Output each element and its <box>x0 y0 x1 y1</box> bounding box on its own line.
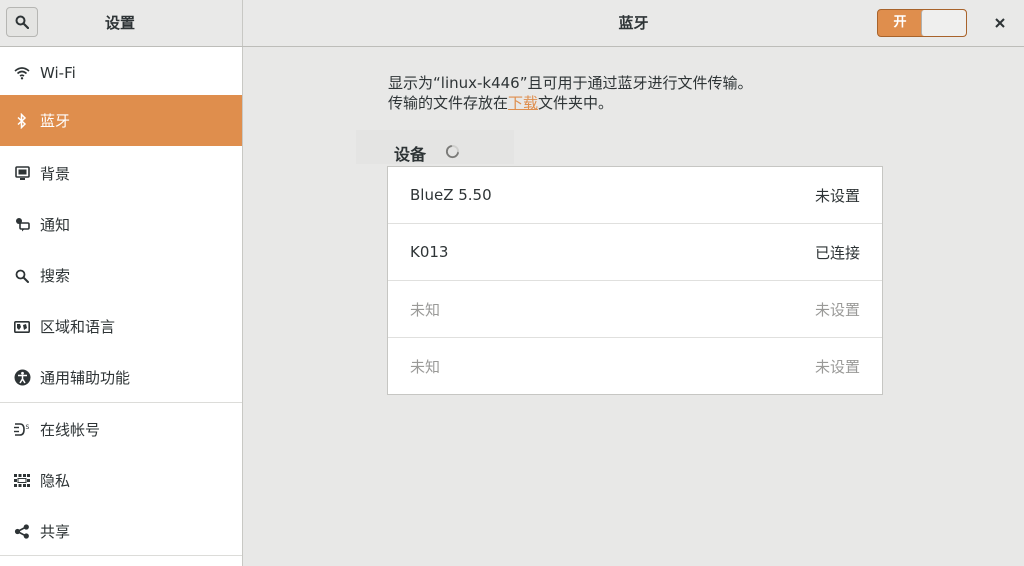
bluetooth-description: 显示为“linux-k446”且可用于通过蓝牙进行文件传输。 传输的文件存放在下… <box>388 73 753 113</box>
sidebar-item-label: 共享 <box>40 523 71 541</box>
sidebar: Wi-Fi 蓝牙 背景 通知 搜索 区域和语言 通用辅助功能 S 在线帐号 隐私… <box>0 47 243 566</box>
sidebar-item-label: 通知 <box>40 216 71 234</box>
background-icon <box>0 166 42 181</box>
sidebar-item-wifi[interactable]: Wi-Fi <box>0 47 242 98</box>
sidebar-item-region[interactable]: 区域和语言 <box>0 301 242 352</box>
device-status: 已连接 <box>814 243 860 262</box>
sidebar-item-label: 蓝牙 <box>40 112 71 130</box>
sidebar-item-label: 在线帐号 <box>40 421 101 439</box>
close-button[interactable] <box>986 9 1014 37</box>
accessibility-icon <box>0 369 42 386</box>
description-line: 传输的文件存放在下载文件夹中。 <box>388 93 753 113</box>
close-icon <box>995 18 1005 28</box>
search-icon <box>0 269 42 283</box>
region-icon <box>0 320 42 333</box>
sidebar-item-accessibility[interactable]: 通用辅助功能 <box>0 352 242 403</box>
sidebar-title: 设置 <box>104 14 135 32</box>
sidebar-item-label: 通用辅助功能 <box>40 369 131 387</box>
sidebar-item-privacy[interactable]: 隐私 <box>0 455 242 506</box>
sidebar-item-background[interactable]: 背景 <box>0 148 242 199</box>
notification-icon <box>0 217 42 232</box>
sidebar-item-label: Wi-Fi <box>40 63 76 82</box>
sidebar-item-search[interactable]: 搜索 <box>0 250 242 301</box>
device-row[interactable]: BlueZ 5.50 未设置 <box>388 167 882 224</box>
devices-header-bg <box>356 130 514 164</box>
bluetooth-toggle[interactable]: 开 <box>877 9 967 37</box>
bluetooth-icon <box>0 112 42 129</box>
sidebar-separator <box>0 402 242 403</box>
loading-spinner-icon <box>445 144 460 159</box>
devices-title: 设备 <box>394 145 427 164</box>
sidebar-item-bluetooth[interactable]: 蓝牙 <box>0 95 242 146</box>
search-icon <box>15 15 29 29</box>
device-row[interactable]: K013 已连接 <box>388 224 882 281</box>
device-status: 未设置 <box>814 358 860 376</box>
sidebar-item-share[interactable]: 共享 <box>0 506 242 557</box>
online-accounts-icon: S <box>0 422 42 437</box>
device-name: BlueZ 5.50 <box>410 186 492 204</box>
device-status: 未设置 <box>814 300 860 319</box>
sidebar-item-label: 区域和语言 <box>40 318 116 336</box>
description-prefix: 传输的文件存放在 <box>388 94 509 112</box>
toggle-knob[interactable] <box>921 10 966 36</box>
svg-text:S: S <box>25 424 29 431</box>
header-bar: 设置 蓝牙 开 <box>0 0 1024 47</box>
device-row[interactable]: 未知 未设置 <box>388 338 882 395</box>
sidebar-item-online-accounts[interactable]: S 在线帐号 <box>0 404 242 455</box>
sidebar-item-label: 搜索 <box>40 267 71 285</box>
device-list: BlueZ 5.50 未设置 K013 已连接 未知 未设置 未知 未设置 <box>387 166 883 395</box>
downloads-link[interactable]: 下载 <box>508 94 538 112</box>
device-name: K013 <box>410 243 449 261</box>
description-suffix: 文件夹中。 <box>538 94 614 112</box>
share-icon <box>0 524 42 539</box>
wifi-icon <box>0 66 42 80</box>
description-line: 显示为“linux-k446”且可用于通过蓝牙进行文件传输。 <box>388 74 753 92</box>
device-status: 未设置 <box>814 186 860 205</box>
sidebar-item-notifications[interactable]: 通知 <box>0 199 242 250</box>
sidebar-header: 设置 <box>0 0 243 46</box>
privacy-icon <box>0 474 42 487</box>
toggle-on-label: 开 <box>893 15 907 30</box>
device-row[interactable]: 未知 未设置 <box>388 281 882 338</box>
device-name: 未知 <box>410 300 441 319</box>
device-name: 未知 <box>410 358 441 376</box>
sidebar-separator <box>0 555 242 556</box>
search-button[interactable] <box>6 7 38 37</box>
sidebar-item-label: 背景 <box>40 165 71 183</box>
sidebar-item-label: 隐私 <box>40 472 71 490</box>
